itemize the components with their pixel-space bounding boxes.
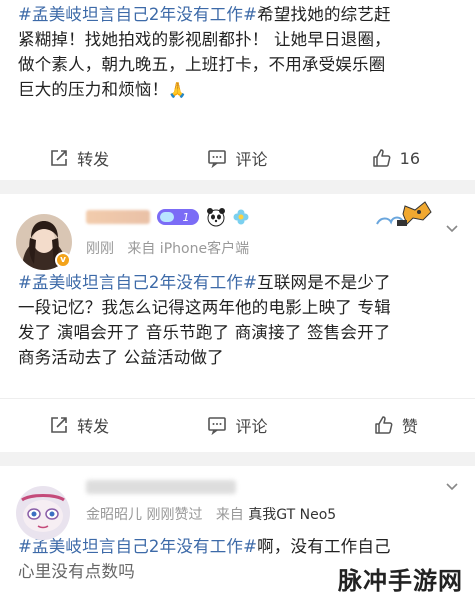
post-2-line-3: 发了 演唱会开了 音乐节跑了 商演接了 签售会开了: [18, 323, 391, 342]
post-2: v 1 刚刚 来自 iPhone客户端 #孟美岐坦言自己2年没有工作#互联网是不…: [0, 194, 475, 452]
post-3-chevron-down-icon[interactable]: [445, 480, 459, 494]
post-2-comment-label: 评论: [235, 416, 268, 436]
post-1-repost-button[interactable]: 转发: [0, 146, 158, 170]
repost-icon: [51, 150, 67, 166]
post-1-like-count: 16: [399, 148, 420, 168]
post-3-meta: 金昭昭儿 刚刚赞过 来自 真我GT Neo5: [86, 504, 336, 524]
username-redacted: [86, 480, 236, 494]
user-level-number: 1: [183, 211, 190, 224]
post-2-text: #孟美岐坦言自己2年没有工作#互联网是不是少了 一段记忆？我怎么记得这两年他的电…: [0, 270, 475, 370]
post-3-meta-prefix: 金昭昭儿 刚刚赞过: [86, 507, 203, 523]
post-2-repost-button[interactable]: 转发: [0, 413, 158, 437]
comment-icon: [208, 416, 227, 435]
pray-emoji: 🙏: [168, 81, 188, 99]
post-2-chevron-down-icon[interactable]: [445, 222, 459, 236]
post-2-line-2: 一段记忆？我怎么记得这两年他的电影上映了 专辑: [18, 298, 391, 317]
avatar-artwork-icon: [16, 486, 70, 540]
post-3-avatar[interactable]: [16, 486, 70, 540]
post-1-comment-label: 评论: [235, 150, 268, 169]
post-1: #孟美岐坦言自己2年没有工作#希望找她的综艺赶 紧糊掉！找她拍戏的影视剧都扑！ …: [0, 0, 475, 180]
post-1-comment-button[interactable]: 评论: [158, 146, 316, 170]
post-1-repost-label: 转发: [77, 150, 110, 169]
post-2-time: 刚刚: [86, 241, 114, 257]
post-2-line-1: 互联网是不是少了: [257, 273, 391, 292]
post-1-line-1: 希望找她的综艺赶: [257, 5, 391, 24]
post-2-header: v 1 刚刚 来自 iPhone客户端: [0, 194, 475, 274]
post-2-comment-button[interactable]: 评论: [158, 413, 316, 437]
thumbs-up-icon: [375, 415, 393, 434]
post-1-line-4: 巨大的压力和烦恼！: [18, 80, 169, 99]
post-2-line-4: 商务活动去了 公益活动做了: [18, 348, 224, 367]
site-watermark: 脉冲手游网: [298, 561, 467, 596]
comment-icon: [208, 150, 227, 168]
post-3-header: 金昭昭儿 刚刚赞过 来自 真我GT Neo5: [0, 466, 475, 546]
post-2-decoration-icon: [376, 201, 432, 226]
post-3-line-2: 心里没有点数吗: [18, 562, 135, 581]
post-1-text: #孟美岐坦言自己2年没有工作#希望找她的综艺赶 紧糊掉！找她拍戏的影视剧都扑！ …: [0, 0, 475, 103]
post-1-line-2: 紧糊掉！找她拍戏的影视剧都扑！ 让她早日退圈，: [18, 30, 391, 49]
post-2-actions: 转发 评论 赞: [0, 398, 475, 450]
post-2-like-label: 赞: [401, 416, 418, 436]
post-2-username[interactable]: 1: [86, 206, 250, 228]
user-level-badge-icon: 1: [157, 209, 199, 225]
post-1-like-button[interactable]: 16: [317, 148, 475, 168]
repost-icon: [51, 416, 67, 433]
post-1-actions: 转发 评论 16: [0, 132, 475, 184]
post-1-line-3: 做个素人，朝九晚五，上班打卡，不用承受娱乐圈: [18, 55, 386, 74]
thumbs-up-icon: [372, 149, 391, 167]
separator-2: [0, 452, 475, 466]
post-3-source-label: 来自: [215, 507, 244, 523]
post-3-username[interactable]: [86, 476, 236, 498]
post-1-hashtag[interactable]: #孟美岐坦言自己2年没有工作#: [18, 5, 257, 24]
post-2-source: 来自 iPhone客户端: [127, 241, 250, 257]
post-3-device: 真我GT Neo5: [248, 507, 337, 523]
post-2-repost-label: 转发: [77, 416, 110, 436]
post-2-hashtag[interactable]: #孟美岐坦言自己2年没有工作#: [18, 273, 257, 292]
panda-icon: [207, 208, 225, 227]
post-2-like-button[interactable]: 赞: [317, 413, 475, 437]
verified-badge-icon: v: [55, 252, 71, 268]
username-redacted: [86, 210, 150, 224]
post-2-meta: 刚刚 来自 iPhone客户端: [86, 238, 249, 258]
flower-icon: [233, 209, 249, 225]
